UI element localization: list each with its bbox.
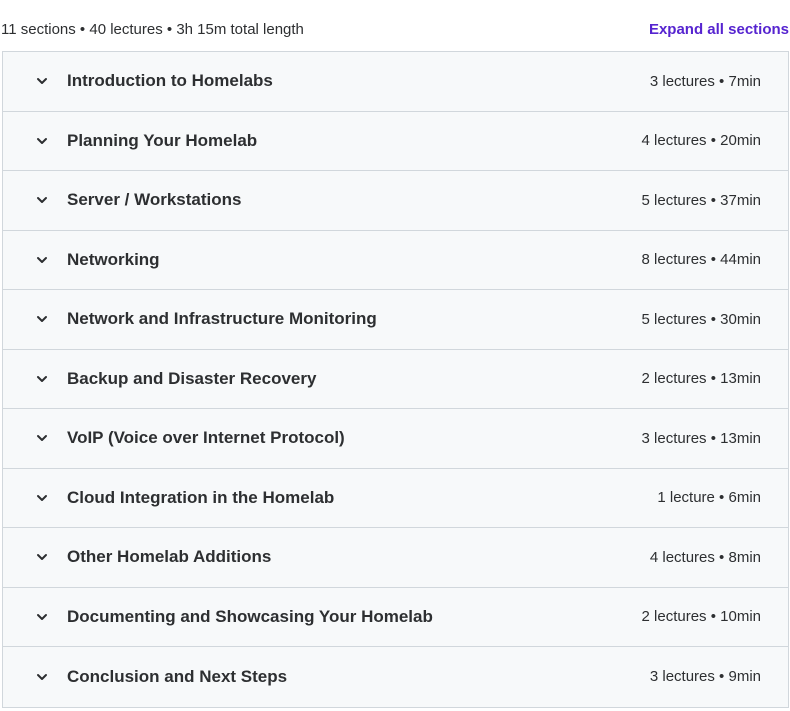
curriculum-section-row[interactable]: Network and Infrastructure Monitoring 5 l… [3,290,788,350]
curriculum-section-row[interactable]: Backup and Disaster Recovery 2 lectures •… [3,349,788,409]
section-lecture-count: 1 lecture • 6min [657,489,761,507]
chevron-down-icon[interactable] [35,253,49,267]
curriculum-section-row[interactable]: Other Homelab Additions 4 lectures • 8min [3,528,788,588]
section-title: Introduction to Homelabs [67,71,273,91]
chevron-down-icon[interactable] [35,670,49,684]
curriculum-section-row[interactable]: Planning Your Homelab 4 lectures • 20min [3,111,788,171]
section-lecture-count: 3 lectures • 9min [649,668,761,686]
curriculum-sections-list: Introduction to Homelabs 3 lectures • 7mi… [2,51,789,708]
expand-all-sections-button[interactable]: Expand all sections [649,21,790,38]
chevron-down-icon[interactable] [35,550,49,564]
curriculum-summary-text: 11 sections • 40 lectures • 3h 15m total… [1,20,304,38]
section-title: Backup and Disaster Recovery [67,368,317,388]
curriculum-section-row[interactable]: Documenting and Showcasing Your Homelab 2… [3,587,788,647]
curriculum-section-row[interactable]: Server / Workstations 5 lectures • 37min [3,171,788,231]
curriculum-section-row[interactable]: Conclusion and Next Steps 3 lectures • 9m… [3,647,788,707]
section-lecture-count: 2 lectures • 13min [641,370,761,388]
curriculum-section-row[interactable]: Introduction to Homelabs 3 lectures • 7mi… [3,52,788,112]
section-title: Other Homelab Additions [67,547,272,567]
section-title: Cloud Integration in the Homelab [67,487,335,507]
section-lecture-count: 5 lectures • 37min [641,191,761,209]
chevron-down-icon[interactable] [35,431,49,445]
curriculum-summary-bar: 11 sections • 40 lectures • 3h 15m total… [0,18,790,40]
chevron-down-icon[interactable] [35,491,49,505]
chevron-down-icon[interactable] [35,312,49,326]
section-lecture-count: 5 lectures • 30min [641,310,761,328]
section-lecture-count: 8 lectures • 44min [641,251,761,269]
section-lecture-count: 4 lectures • 8min [649,548,761,566]
section-title: Conclusion and Next Steps [67,666,288,686]
section-lecture-count: 2 lectures • 10min [641,608,761,626]
chevron-down-icon[interactable] [35,134,49,148]
section-lecture-count: 3 lectures • 13min [641,429,761,447]
section-title: Planning Your Homelab [67,130,258,150]
curriculum-section-row[interactable]: Networking 8 lectures • 44min [3,230,788,290]
chevron-down-icon[interactable] [35,193,49,207]
chevron-down-icon[interactable] [35,372,49,386]
section-title: Networking [67,249,160,269]
section-title: Network and Infrastructure Monitoring [67,309,377,329]
chevron-down-icon[interactable] [35,74,49,88]
chevron-down-icon[interactable] [35,610,49,624]
curriculum-section-row[interactable]: Cloud Integration in the Homelab 1 lectur… [3,468,788,528]
section-title: Server / Workstations [67,190,242,210]
section-title: Documenting and Showcasing Your Homelab [67,606,433,626]
curriculum-section-row[interactable]: VoIP (Voice over Internet Protocol) 3 lec… [3,409,788,469]
section-lecture-count: 3 lectures • 7min [649,72,761,90]
section-lecture-count: 4 lectures • 20min [641,132,761,150]
section-title: VoIP (Voice over Internet Protocol) [67,428,345,448]
